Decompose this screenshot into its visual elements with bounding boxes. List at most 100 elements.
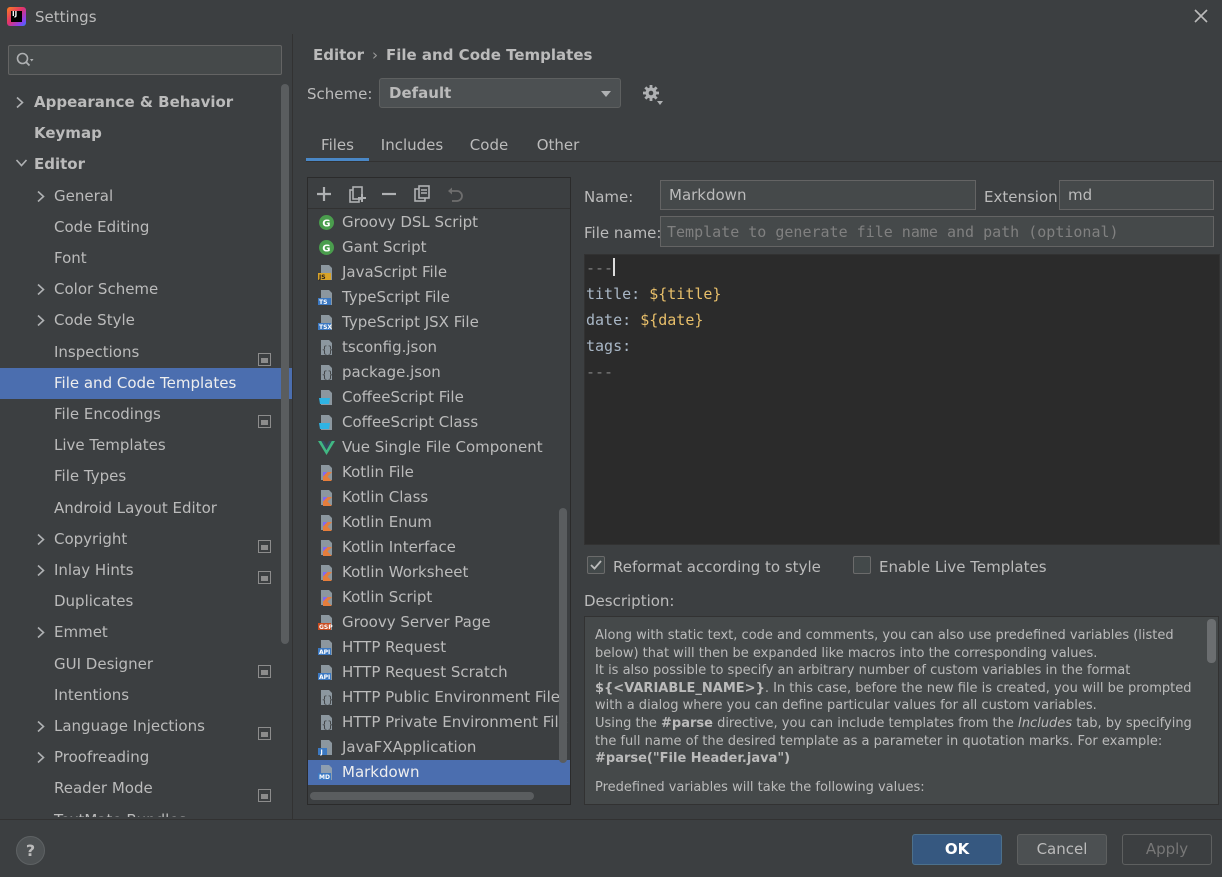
template-list-item[interactable]: Vue Single File Component [308, 435, 570, 460]
template-list-item[interactable]: CoffeeScript File [308, 385, 570, 410]
help-button[interactable]: ? [16, 836, 45, 865]
tab-code[interactable]: Code [459, 129, 519, 161]
chevron-down-icon[interactable] [15, 149, 29, 180]
sidebar-item-gui-designer[interactable]: GUI Designer [0, 649, 292, 680]
sidebar-item-appearance-behavior[interactable]: Appearance & Behavior [0, 87, 292, 118]
project-level-icon [258, 658, 271, 678]
template-list-item[interactable]: CoffeeScript Class [308, 410, 570, 435]
sidebar-item-label: General [54, 186, 114, 205]
sidebar-item-file-encodings[interactable]: File Encodings [0, 399, 292, 430]
template-list-item[interactable]: Kotlin File [308, 460, 570, 485]
template-list-item[interactable]: Kotlin Class [308, 485, 570, 510]
template-list-item[interactable]: G Groovy DSL Script [308, 210, 570, 235]
reformat-label[interactable]: Reformat according to style [613, 558, 821, 576]
scheme-dropdown[interactable]: Default [379, 78, 621, 108]
chevron-right-icon[interactable] [36, 742, 50, 773]
tab-files[interactable]: Files [306, 129, 369, 161]
sidebar-item-emmet[interactable]: Emmet [0, 617, 292, 648]
copy-icon[interactable] [411, 183, 433, 205]
breadcrumb-parent[interactable]: Editor [313, 46, 364, 64]
template-label: Kotlin File [342, 463, 414, 481]
chevron-right-icon[interactable] [36, 524, 50, 555]
chevron-right-icon[interactable] [15, 87, 29, 118]
sidebar-item-font[interactable]: Font [0, 243, 292, 274]
template-list-item[interactable]: {} HTTP Public Environment File [308, 685, 570, 710]
template-list-item[interactable]: JS JavaScript File [308, 260, 570, 285]
sidebar-item-inspections[interactable]: Inspections [0, 337, 292, 368]
template-list-item[interactable]: Kotlin Interface [308, 535, 570, 560]
chevron-right-icon[interactable] [36, 181, 50, 212]
sidebar-item-copyright[interactable]: Copyright [0, 524, 292, 555]
template-list-item[interactable]: GSP Groovy Server Page [308, 610, 570, 635]
template-list-item[interactable]: Kotlin Enum [308, 510, 570, 535]
settings-search[interactable] [8, 45, 282, 75]
sidebar-item-android-layout-editor[interactable]: Android Layout Editor [0, 493, 292, 524]
java-file-icon: J [318, 739, 335, 756]
template-list-item[interactable]: TS TypeScript File [308, 285, 570, 310]
cancel-button[interactable]: Cancel [1017, 834, 1107, 865]
template-list-item[interactable]: {} tsconfig.json [308, 335, 570, 360]
sidebar-item-duplicates[interactable]: Duplicates [0, 586, 292, 617]
sidebar-item-code-editing[interactable]: Code Editing [0, 212, 292, 243]
template-list-item[interactable]: Kotlin Script [308, 585, 570, 610]
chevron-right-icon[interactable] [36, 305, 50, 336]
list-toolbar [308, 178, 570, 209]
apply-button[interactable]: Apply [1122, 834, 1212, 865]
sidebar-item-general[interactable]: General [0, 181, 292, 212]
api-file-icon: API [318, 639, 335, 656]
sidebar-item-language-injections[interactable]: Language Injections [0, 711, 292, 742]
sidebar-item-label: Live Templates [54, 436, 166, 455]
gear-icon[interactable] [641, 83, 665, 111]
template-list-item[interactable]: TSX TypeScript JSX File [308, 310, 570, 335]
sidebar-item-intentions[interactable]: Intentions [0, 680, 292, 711]
add-icon[interactable] [313, 183, 335, 205]
template-list-item[interactable]: G Gant Script [308, 235, 570, 260]
search-input[interactable] [39, 49, 274, 71]
sidebar-item-keymap[interactable]: Keymap [0, 118, 292, 149]
sidebar-item-reader-mode[interactable]: Reader Mode [0, 773, 292, 804]
live-templates-label[interactable]: Enable Live Templates [879, 558, 1047, 576]
list-horizontal-scrollbar[interactable] [310, 792, 534, 800]
chevron-right-icon[interactable] [36, 274, 50, 305]
sidebar-scrollbar[interactable] [281, 84, 289, 644]
template-list-item[interactable]: {} HTTP Private Environment File [308, 710, 570, 735]
sidebar-item-label: Inspections [54, 342, 140, 361]
template-list-item[interactable]: MD Markdown [308, 760, 570, 785]
file-name-field[interactable] [660, 216, 1214, 247]
template-list-item[interactable]: J JavaFXApplication [308, 735, 570, 760]
chevron-right-icon[interactable] [36, 555, 50, 586]
sidebar-item-code-style[interactable]: Code Style [0, 305, 292, 336]
sidebar-item-color-scheme[interactable]: Color Scheme [0, 274, 292, 305]
tab-other[interactable]: Other [526, 129, 590, 161]
template-code-editor[interactable]: --- title: ${title} date: ${date} tags: --- [584, 254, 1220, 545]
sidebar-item-editor[interactable]: Editor [0, 149, 292, 180]
remove-icon[interactable] [378, 183, 400, 205]
add-child-icon[interactable] [346, 183, 368, 205]
list-vertical-scrollbar[interactable] [559, 508, 567, 763]
sidebar-item-textmate-bundles[interactable]: TextMate Bundles [0, 805, 292, 817]
template-list-item[interactable]: Kotlin Worksheet [308, 560, 570, 585]
template-list-item[interactable]: API HTTP Request Scratch [308, 660, 570, 685]
reformat-checkbox[interactable] [587, 556, 605, 574]
template-list-item[interactable]: API HTTP Request [308, 635, 570, 660]
kotlin-file-icon [318, 464, 335, 481]
sidebar-item-file-and-code-templates[interactable]: File and Code Templates [0, 367, 292, 399]
reset-icon[interactable] [444, 183, 466, 205]
ok-button[interactable]: OK [912, 834, 1002, 865]
close-icon[interactable] [1191, 6, 1211, 26]
chevron-right-icon[interactable] [36, 711, 50, 742]
kotlin-file-icon [318, 564, 335, 581]
sidebar-item-label: Emmet [54, 623, 108, 642]
sidebar-item-inlay-hints[interactable]: Inlay Hints [0, 555, 292, 586]
sidebar-item-proofreading[interactable]: Proofreading [0, 742, 292, 773]
description-scrollbar[interactable] [1207, 619, 1216, 663]
chevron-right-icon[interactable] [36, 617, 50, 648]
sidebar-item-live-templates[interactable]: Live Templates [0, 430, 292, 461]
name-field[interactable] [660, 180, 976, 210]
sidebar-item-file-types[interactable]: File Types [0, 461, 292, 492]
live-templates-checkbox[interactable] [853, 556, 871, 574]
extension-field[interactable] [1059, 180, 1214, 210]
template-list-item[interactable]: {} package.json [308, 360, 570, 385]
tab-includes[interactable]: Includes [372, 129, 452, 161]
project-level-icon [258, 564, 271, 584]
